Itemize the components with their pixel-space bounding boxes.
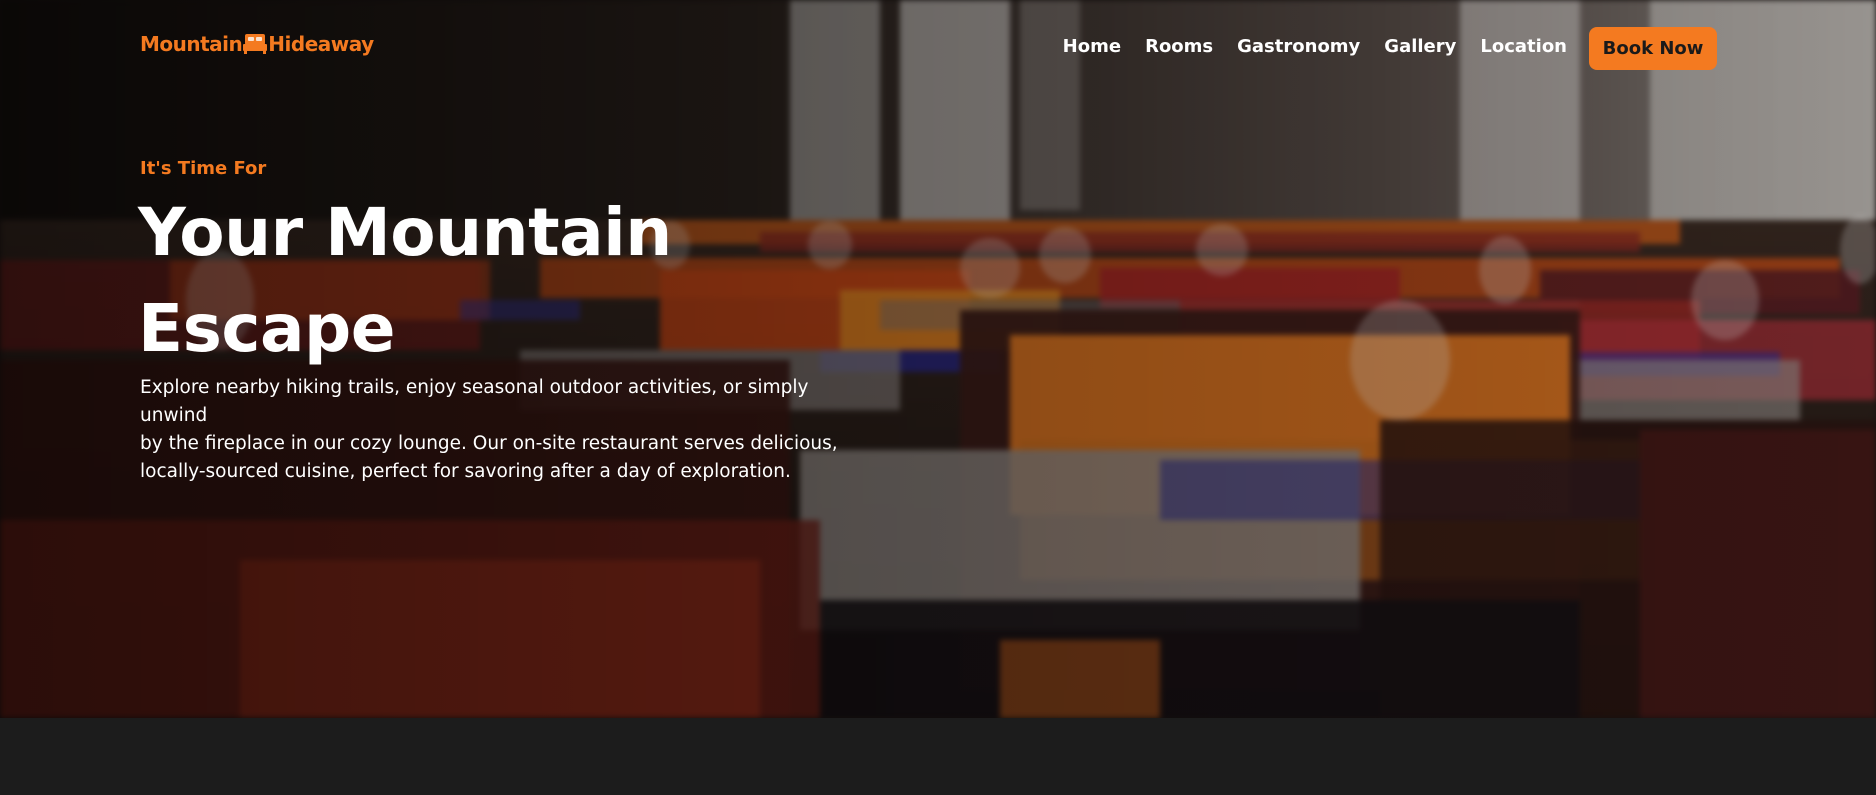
- hero-section: Mountain Hideaway Home Rooms Gastronomy …: [0, 0, 1876, 718]
- nav-item-location[interactable]: Location: [1480, 36, 1567, 57]
- site-header: Mountain Hideaway Home Rooms Gastronomy …: [0, 0, 1876, 96]
- logo-text-part2: Hideaway: [268, 32, 374, 56]
- site-logo[interactable]: Mountain Hideaway: [140, 32, 374, 56]
- hero-kicker: It's Time For: [140, 158, 267, 179]
- hero-description-line2: by the fireplace in our cozy lounge. Our…: [140, 433, 838, 454]
- main-nav: Home Rooms Gastronomy Gallery Location: [1039, 36, 1567, 57]
- hero-headline: Your Mountain Escape: [138, 185, 838, 377]
- nav-item-rooms[interactable]: Rooms: [1145, 36, 1213, 57]
- hero-headline-line1: Your Mountain: [138, 194, 672, 271]
- hero-description: Explore nearby hiking trails, enjoy seas…: [140, 374, 860, 486]
- hero-description-line3: locally-sourced cuisine, perfect for sav…: [140, 461, 791, 482]
- book-now-button[interactable]: Book Now: [1589, 27, 1717, 70]
- next-section: [0, 718, 1876, 795]
- nav-item-gastronomy[interactable]: Gastronomy: [1237, 36, 1360, 57]
- nav-item-gallery[interactable]: Gallery: [1384, 36, 1456, 57]
- hero-description-line1: Explore nearby hiking trails, enjoy seas…: [140, 377, 809, 426]
- hero-headline-line2: Escape: [138, 290, 396, 367]
- nav-item-home[interactable]: Home: [1063, 36, 1121, 57]
- logo-text-part1: Mountain: [140, 32, 243, 56]
- page: Mountain Hideaway Home Rooms Gastronomy …: [0, 0, 1876, 795]
- bed-icon: [243, 34, 268, 54]
